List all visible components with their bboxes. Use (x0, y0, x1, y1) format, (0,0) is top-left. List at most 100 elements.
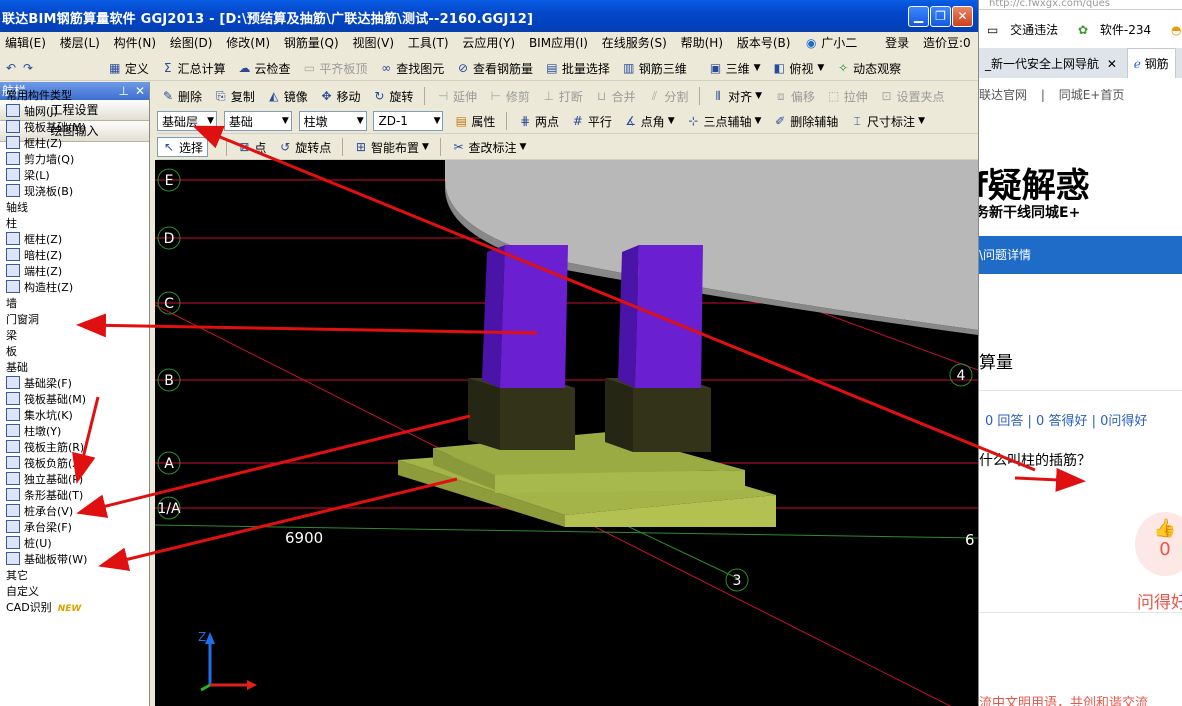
align-slab-top-button[interactable]: ▭ 平齐板顶 (298, 56, 371, 80)
bookmark-software[interactable]: ✿ 软件-234 (1078, 23, 1159, 37)
define-button[interactable]: ▦ 定义 (104, 56, 153, 80)
bookmark-traffic[interactable]: ▭ 交通违法 (987, 23, 1066, 37)
tree-item[interactable]: 现浇板(B) (0, 184, 150, 200)
axis-bubble-1a[interactable]: 1/A (157, 496, 181, 520)
tree-item[interactable]: 承台梁(F) (0, 520, 150, 536)
tree-item[interactable]: 框柱(Z) (0, 136, 150, 152)
tab-rebar[interactable]: ℯ 钢筋 (1126, 48, 1176, 78)
close-icon[interactable]: ✕ (1107, 57, 1117, 71)
tree-item[interactable]: 门窗洞 (0, 312, 150, 328)
tree-item[interactable]: 轴网(J) (0, 104, 150, 120)
merge-button[interactable]: ⊔ 合并 (591, 84, 640, 108)
tree-item[interactable]: 基础板带(W) (0, 552, 150, 568)
tree-item[interactable]: 剪力墙(Q) (0, 152, 150, 168)
mirror-button[interactable]: ◭ 镜像 (263, 84, 312, 108)
tree-item[interactable]: 框柱(Z) (0, 232, 150, 248)
minimize-button[interactable]: ▁ (908, 6, 929, 27)
address-bar[interactable]: http://c.fwxgx.com/ques (979, 0, 1182, 10)
cloud-check-button[interactable]: ☁ 云检查 (234, 56, 295, 80)
dimension-dropdown[interactable]: ⌶ 尺寸标注 ▼ (846, 109, 929, 133)
parallel-axis-button[interactable]: # 平行 (567, 109, 616, 133)
bookmark-foshan[interactable]: ◓ 佛山 (1171, 23, 1182, 37)
set-grip-button[interactable]: ⊡ 设置夹点 (876, 84, 949, 108)
like-button[interactable]: 👍 0 (1135, 512, 1182, 576)
3d-viewport[interactable]: E D C B A 1/A 4 3 6900 6 Z (155, 160, 978, 706)
stretch-button[interactable]: ⬚ 拉伸 (823, 84, 872, 108)
question-stats[interactable]: 0 回答 | 0 答得好 | 0问得好 (985, 410, 1147, 429)
component-type-select[interactable]: 柱墩 ▼ (298, 111, 367, 131)
breadcrumb[interactable]: \问题详情 (979, 248, 1031, 262)
floor-select[interactable]: 基础层 ▼ (157, 111, 217, 131)
menu-help[interactable]: 帮助(H) (676, 32, 728, 54)
edit-annotation-dropdown[interactable]: ✂ 查改标注 ▼ (448, 135, 531, 159)
tree-item[interactable]: 柱 (0, 216, 150, 232)
login-link[interactable]: 登录 (880, 32, 914, 54)
menu-view[interactable]: 视图(V) (347, 32, 399, 54)
break-button[interactable]: ⊥ 打断 (538, 84, 587, 108)
ask-good-label[interactable]: 问得好 (1137, 588, 1182, 613)
close-button[interactable]: ✕ (952, 6, 973, 27)
menu-version[interactable]: 版本号(B) (732, 32, 796, 54)
tree-item[interactable]: 筏板基础(M) (0, 392, 150, 408)
tree-item[interactable]: 基础 (0, 360, 150, 376)
tree-item[interactable]: 构造柱(Z) (0, 280, 150, 296)
rotate-point-button[interactable]: ↺ 旋转点 (274, 135, 335, 159)
tree-item[interactable]: 轴线 (0, 200, 150, 216)
site-link-official[interactable]: 联达官网 (979, 88, 1027, 102)
menu-online[interactable]: 在线服务(S) (597, 32, 672, 54)
chevron-down-icon[interactable]: ▼ (212, 138, 219, 148)
tab-navigation[interactable]: _新一代安全上网导航 ✕ (979, 49, 1123, 79)
site-link-home[interactable]: 同城E+首页 (1059, 88, 1125, 102)
copy-button[interactable]: ⎘ 复制 (210, 84, 259, 108)
find-element-button[interactable]: ∞ 查找图元 (375, 56, 448, 80)
tree-item[interactable]: 条形基础(T) (0, 488, 150, 504)
split-button[interactable]: ⫽ 分割 (643, 84, 692, 108)
menu-edit[interactable]: 编辑(E) (0, 32, 51, 54)
tree-item[interactable]: 筏板负筋(X) (0, 456, 150, 472)
three-point-axis-dropdown[interactable]: ⊹ 三点辅轴 ▼ (682, 109, 765, 133)
menu-tools[interactable]: 工具(T) (403, 32, 454, 54)
two-point-axis-button[interactable]: ⋕ 两点 (514, 109, 563, 133)
rotate-button[interactable]: ↻ 旋转 (368, 84, 417, 108)
tree-item[interactable]: 板 (0, 344, 150, 360)
batch-select-button[interactable]: ▤ 批量选择 (541, 56, 614, 80)
component-name-select[interactable]: ZD-1 ▼ (373, 111, 444, 131)
summary-calc-button[interactable]: Σ 汇总计算 (157, 56, 230, 80)
point-angle-dropdown[interactable]: ∡ 点角 ▼ (620, 109, 679, 133)
tree-item[interactable]: 自定义 (0, 584, 150, 600)
tree-item[interactable]: 集水坑(K) (0, 408, 150, 424)
move-button[interactable]: ✥ 移动 (316, 84, 365, 108)
menu-cloud[interactable]: 云应用(Y) (457, 32, 520, 54)
tree-item[interactable]: CAD识别 NEW (0, 600, 150, 616)
menu-assistant[interactable]: ◉ 广小二 (799, 32, 862, 54)
axis-bubble-3[interactable]: 3 (725, 568, 749, 592)
menu-bim[interactable]: BIM应用(I) (524, 32, 593, 54)
offset-button[interactable]: ⧈ 偏移 (770, 84, 819, 108)
tree-item[interactable]: 墙 (0, 296, 150, 312)
rebar-3d-button[interactable]: ▥ 钢筋三维 (618, 56, 691, 80)
extend-button[interactable]: ⊣ 延伸 (432, 84, 481, 108)
tree-item[interactable]: 端柱(Z) (0, 264, 150, 280)
tree-item[interactable]: 独立基础(P) (0, 472, 150, 488)
redo-icon[interactable]: ↷ (21, 61, 35, 75)
menu-draw[interactable]: 绘图(D) (165, 32, 218, 54)
tree-item[interactable]: 桩(U) (0, 536, 150, 552)
point-tool-button[interactable]: ⊠ 点 (233, 135, 270, 159)
tree-item[interactable]: 筏板基础(M) (0, 120, 150, 136)
tree-item[interactable]: 筏板主筋(R) (0, 440, 150, 456)
view-rebar-button[interactable]: ⊘ 查看钢筋量 (452, 56, 537, 80)
align-dropdown[interactable]: ⫴ 对齐 ▼ (707, 84, 766, 108)
undo-icon[interactable]: ↶ (4, 61, 18, 75)
tree-item[interactable]: 梁(L) (0, 168, 150, 184)
top-view-dropdown[interactable]: ◧ 俯视 ▼ (768, 56, 828, 80)
trim-button[interactable]: ⊢ 修剪 (485, 84, 534, 108)
menu-rebar[interactable]: 钢筋量(Q) (279, 32, 344, 54)
menu-component[interactable]: 构件(N) (109, 32, 161, 54)
tree-item[interactable]: 其它 (0, 568, 150, 584)
category-select[interactable]: 基础 ▼ (223, 111, 292, 131)
tree-item[interactable]: 暗柱(Z) (0, 248, 150, 264)
tree-item[interactable]: 桩承台(V) (0, 504, 150, 520)
tree-item[interactable]: 基础梁(F) (0, 376, 150, 392)
3d-view-dropdown[interactable]: ▣ 三维 ▼ (705, 56, 765, 80)
axis-bubble-4[interactable]: 4 (949, 363, 973, 387)
